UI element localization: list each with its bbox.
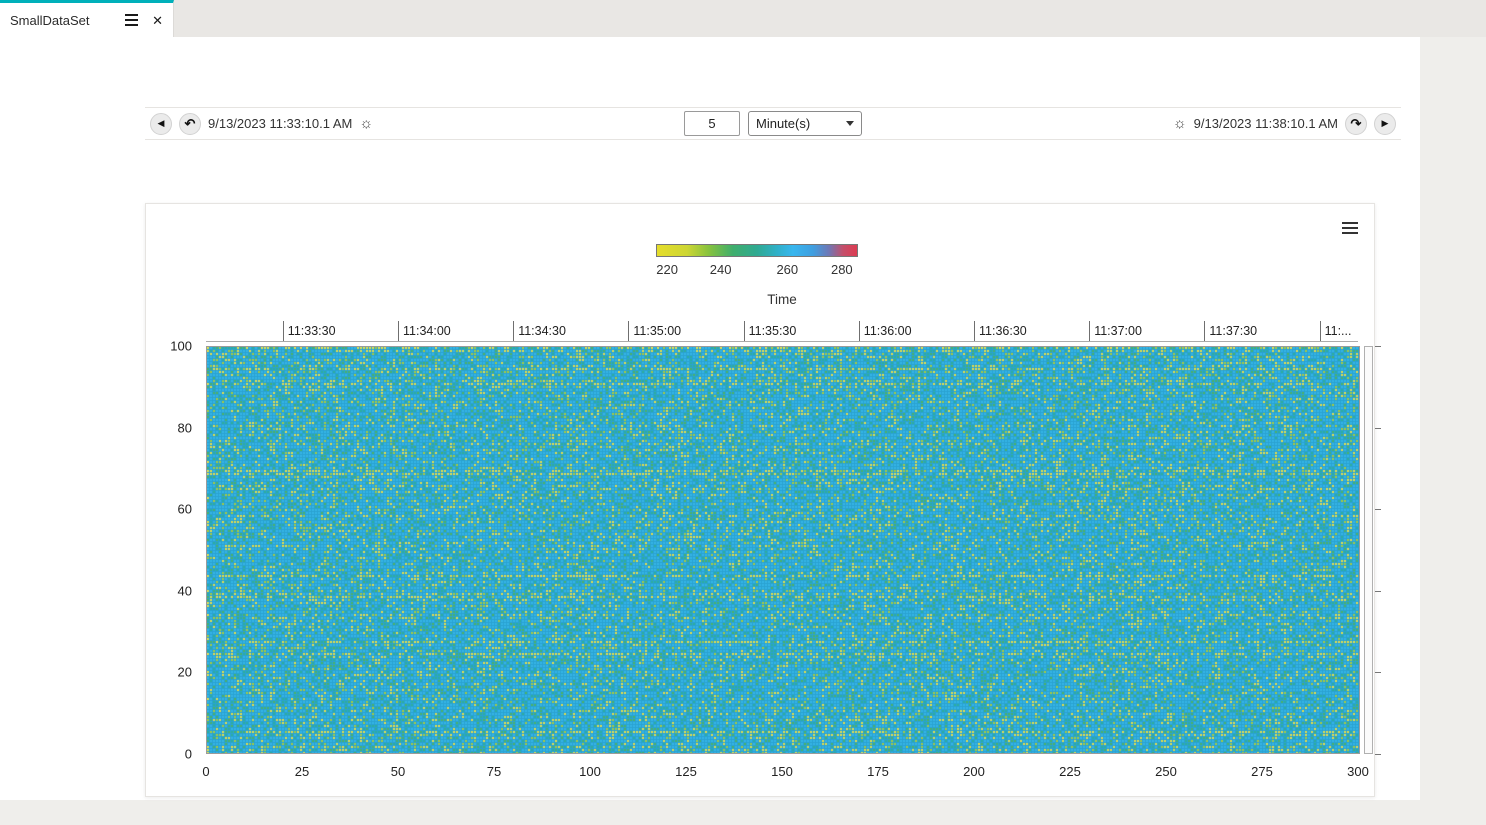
bottom-axis-tick-label: 200: [963, 764, 985, 779]
bottom-axis: 0 25 50 75 100 125 150 175 200 225 250 275 300: [202, 764, 1368, 782]
top-axis-tick-label: 11:37:30: [1204, 321, 1257, 341]
toolbar-left-group: ◀ ↶ 9/13/2023 11:33:10.1 AM ☼: [150, 112, 373, 135]
bottom-axis-tick-label: 100: [579, 764, 601, 779]
top-axis-tick-label: 11:37:00: [1089, 321, 1142, 341]
bottom-axis-tick-label: 50: [390, 764, 406, 779]
time-axis-title: Time: [767, 292, 797, 307]
main-area: ◀ ↶ 9/13/2023 11:33:10.1 AM ☼ Minute(s) …: [0, 37, 1420, 800]
interval-value-input[interactable]: [684, 111, 740, 136]
tab-smalldataset[interactable]: SmallDataSet ✕: [0, 0, 174, 37]
top-axis-tick-label: 11:35:00: [628, 321, 681, 341]
right-axis-ticks: [1375, 346, 1383, 755]
curved-arrow-back-icon: ↶: [184, 116, 196, 131]
tab-strip: SmallDataSet ✕: [0, 0, 1486, 37]
top-axis-tick-label: 11:35:30: [743, 321, 796, 341]
left-axis-tick-label: 20: [177, 664, 192, 680]
tab-menu-icon[interactable]: [125, 14, 139, 26]
legend-tick-label: 240: [709, 262, 732, 277]
end-time[interactable]: 9/13/2023 11:38:10.1 AM: [1194, 116, 1338, 131]
legend-tick-label: 280: [830, 262, 853, 277]
top-axis: 11:33:30 11:34:00 11:34:30 11:35:00 11:35:30…: [206, 308, 1358, 342]
chart-card: 220 240 260 280 Time 11:33:30 11:34:00 11:34:…: [145, 203, 1381, 797]
page: SmallDataSet ✕ ◀ ↶ 9/13/2023 11:33:10.1 …: [0, 0, 1486, 825]
left-axis-tick-label: 100: [170, 338, 192, 354]
legend-tick-label: 260: [776, 262, 799, 277]
bottom-axis-tick-label: 150: [771, 764, 793, 779]
left-triangle-icon: ◀: [157, 118, 165, 128]
time-range-toolbar: ◀ ↶ 9/13/2023 11:33:10.1 AM ☼ Minute(s) …: [145, 107, 1401, 140]
heatmap-plot[interactable]: [206, 346, 1360, 754]
left-axis: 100 80 60 40 20 0: [146, 339, 200, 762]
legend-tick-labels: 220 240 260 280: [656, 262, 858, 278]
right-axis-strip[interactable]: [1364, 346, 1373, 754]
left-axis-tick-label: 40: [177, 583, 192, 599]
chart-menu-icon[interactable]: [1342, 222, 1358, 234]
shift-start-button[interactable]: ↶: [179, 112, 201, 135]
toolbar-right-group: ☼ 9/13/2023 11:38:10.1 AM ↷ ▶: [1173, 112, 1396, 135]
bottom-axis-tick-label: 300: [1347, 764, 1369, 779]
step-forward-button[interactable]: ▶: [1374, 112, 1396, 135]
top-axis-tick-label: 11:36:30: [974, 321, 1027, 341]
top-axis-tick-label: 11:34:30: [513, 321, 566, 341]
bottom-axis-tick-label: 175: [867, 764, 889, 779]
start-time-picker-icon[interactable]: ☼: [359, 116, 373, 131]
end-time-picker-icon[interactable]: ☼: [1173, 116, 1187, 131]
bottom-axis-tick-label: 25: [294, 764, 310, 779]
heatmap-canvas: [207, 347, 1359, 753]
toolbar-center-group: Minute(s): [684, 111, 862, 136]
right-axis-tick: [1375, 509, 1381, 511]
bottom-axis-tick-label: 250: [1155, 764, 1177, 779]
chevron-down-icon: [846, 121, 854, 126]
right-axis-tick: [1375, 346, 1381, 347]
bottom-axis-tick-label: 75: [486, 764, 502, 779]
color-legend: 220 240 260 280: [656, 244, 858, 278]
bottom-axis-tick-label: 225: [1059, 764, 1081, 779]
tab-title: SmallDataSet: [10, 12, 90, 28]
right-axis-tick: [1375, 427, 1381, 429]
bottom-axis-tick-label: 275: [1251, 764, 1273, 779]
left-axis-tick-label: 60: [177, 501, 192, 517]
right-axis-tick: [1375, 590, 1381, 592]
right-axis-tick: [1375, 672, 1381, 674]
left-axis-tick-label: 80: [177, 420, 192, 436]
step-back-button[interactable]: ◀: [150, 112, 172, 135]
bottom-axis-tick-label: 125: [675, 764, 697, 779]
legend-tick-label: 220: [656, 262, 678, 277]
tab-close-icon[interactable]: ✕: [152, 14, 163, 27]
interval-unit-select[interactable]: Minute(s): [748, 111, 862, 136]
top-axis-tick-label: 11:34:00: [398, 321, 451, 341]
right-triangle-icon: ▶: [1381, 118, 1389, 128]
top-axis-tick-label: 11:36:00: [858, 321, 912, 341]
top-axis-tick-label: 11:33:30: [282, 321, 336, 341]
left-axis-tick-label: 0: [184, 746, 192, 762]
interval-unit-value: Minute(s): [756, 116, 811, 131]
start-time[interactable]: 9/13/2023 11:33:10.1 AM: [208, 116, 352, 131]
legend-gradient-bar: [656, 244, 858, 257]
bottom-axis-tick-label: 0: [202, 764, 210, 779]
right-axis-tick: [1375, 754, 1381, 755]
curved-arrow-forward-icon: ↷: [1350, 116, 1362, 131]
shift-end-button[interactable]: ↷: [1345, 112, 1367, 135]
top-axis-tick-label: 11:...: [1319, 321, 1351, 341]
